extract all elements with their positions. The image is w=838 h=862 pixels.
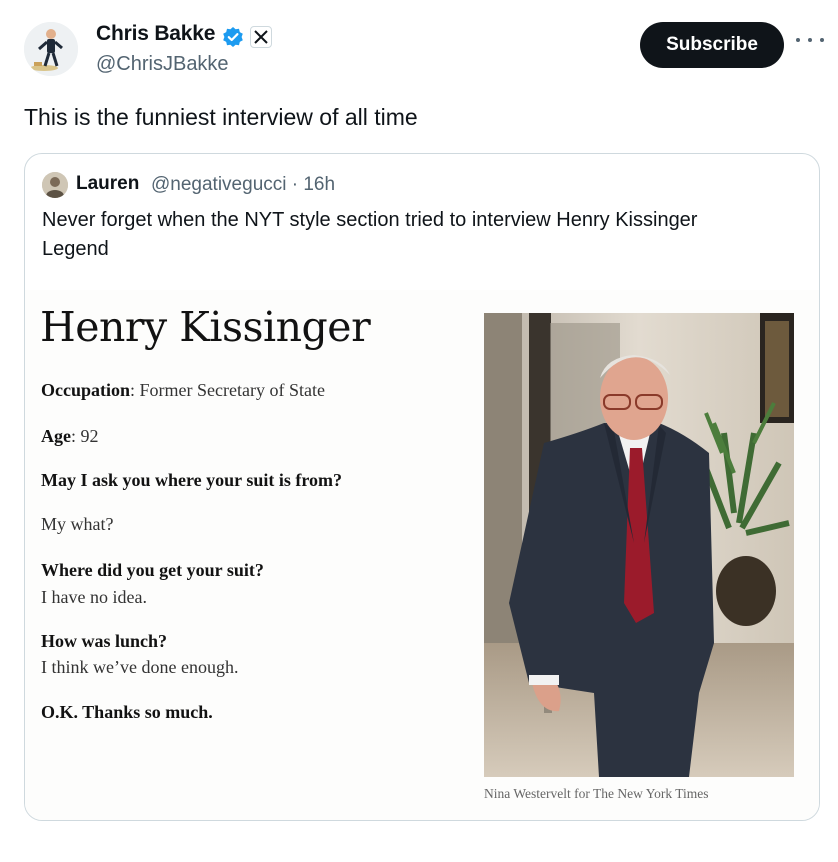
more-dot xyxy=(808,38,812,42)
quoted-tweet-text: Never forget when the NYT style section … xyxy=(42,206,802,264)
quoted-author-avatar[interactable] xyxy=(42,172,68,198)
more-dot xyxy=(796,38,800,42)
answer-3: I think we’ve done enough. xyxy=(41,657,239,677)
photo-credit: Nina Westervelt for The New York Times xyxy=(484,786,709,801)
quoted-author-meta[interactable]: @negativegucci · 16h xyxy=(151,174,335,196)
occupation-value: : Former Secretary of State xyxy=(130,380,325,400)
question-text: O.K. Thanks so much. xyxy=(41,702,213,722)
author-name[interactable]: Chris Bakke xyxy=(96,22,215,46)
quoted-avatar-image xyxy=(42,172,68,198)
kissinger-photo xyxy=(484,313,794,777)
author-avatar-image xyxy=(24,22,78,76)
quoted-text-line: Legend xyxy=(42,238,109,260)
author-handle[interactable]: @ChrisJBakke xyxy=(96,53,229,76)
tweet-text: This is the funniest interview of all ti… xyxy=(24,104,418,130)
occupation-label: Occupation xyxy=(41,380,131,400)
more-dots-icon[interactable] xyxy=(796,30,824,50)
more-dot xyxy=(820,38,824,42)
subscribe-button[interactable]: Subscribe xyxy=(640,22,784,68)
question-3: How was lunch? xyxy=(41,631,167,652)
author-avatar[interactable] xyxy=(24,22,78,76)
question-2: Where did you get your suit? xyxy=(41,560,264,581)
answer-2: I have no idea. xyxy=(41,587,147,607)
occupation-row: Occupation: Former Secretary of State xyxy=(41,380,325,401)
quoted-text-line: Never forget when the NYT style section … xyxy=(42,209,698,231)
x-logo-icon xyxy=(250,26,272,48)
question-1: May I ask you where your suit is from? xyxy=(41,470,342,491)
age-value: : 92 xyxy=(71,426,99,446)
quoted-author-name[interactable]: Lauren xyxy=(76,173,139,195)
question-text: May I ask you where your suit is from? xyxy=(41,470,343,490)
question-4: O.K. Thanks so much. xyxy=(41,702,213,723)
question-text: Where did you get your suit? xyxy=(41,560,264,580)
verified-badge-icon xyxy=(222,26,244,48)
question-text: How was lunch? xyxy=(41,631,168,651)
age-row: Age: 92 xyxy=(41,426,99,447)
answer-1: My what? xyxy=(41,514,114,534)
article-title: Henry Kissinger xyxy=(40,303,371,351)
age-label: Age xyxy=(41,426,71,446)
